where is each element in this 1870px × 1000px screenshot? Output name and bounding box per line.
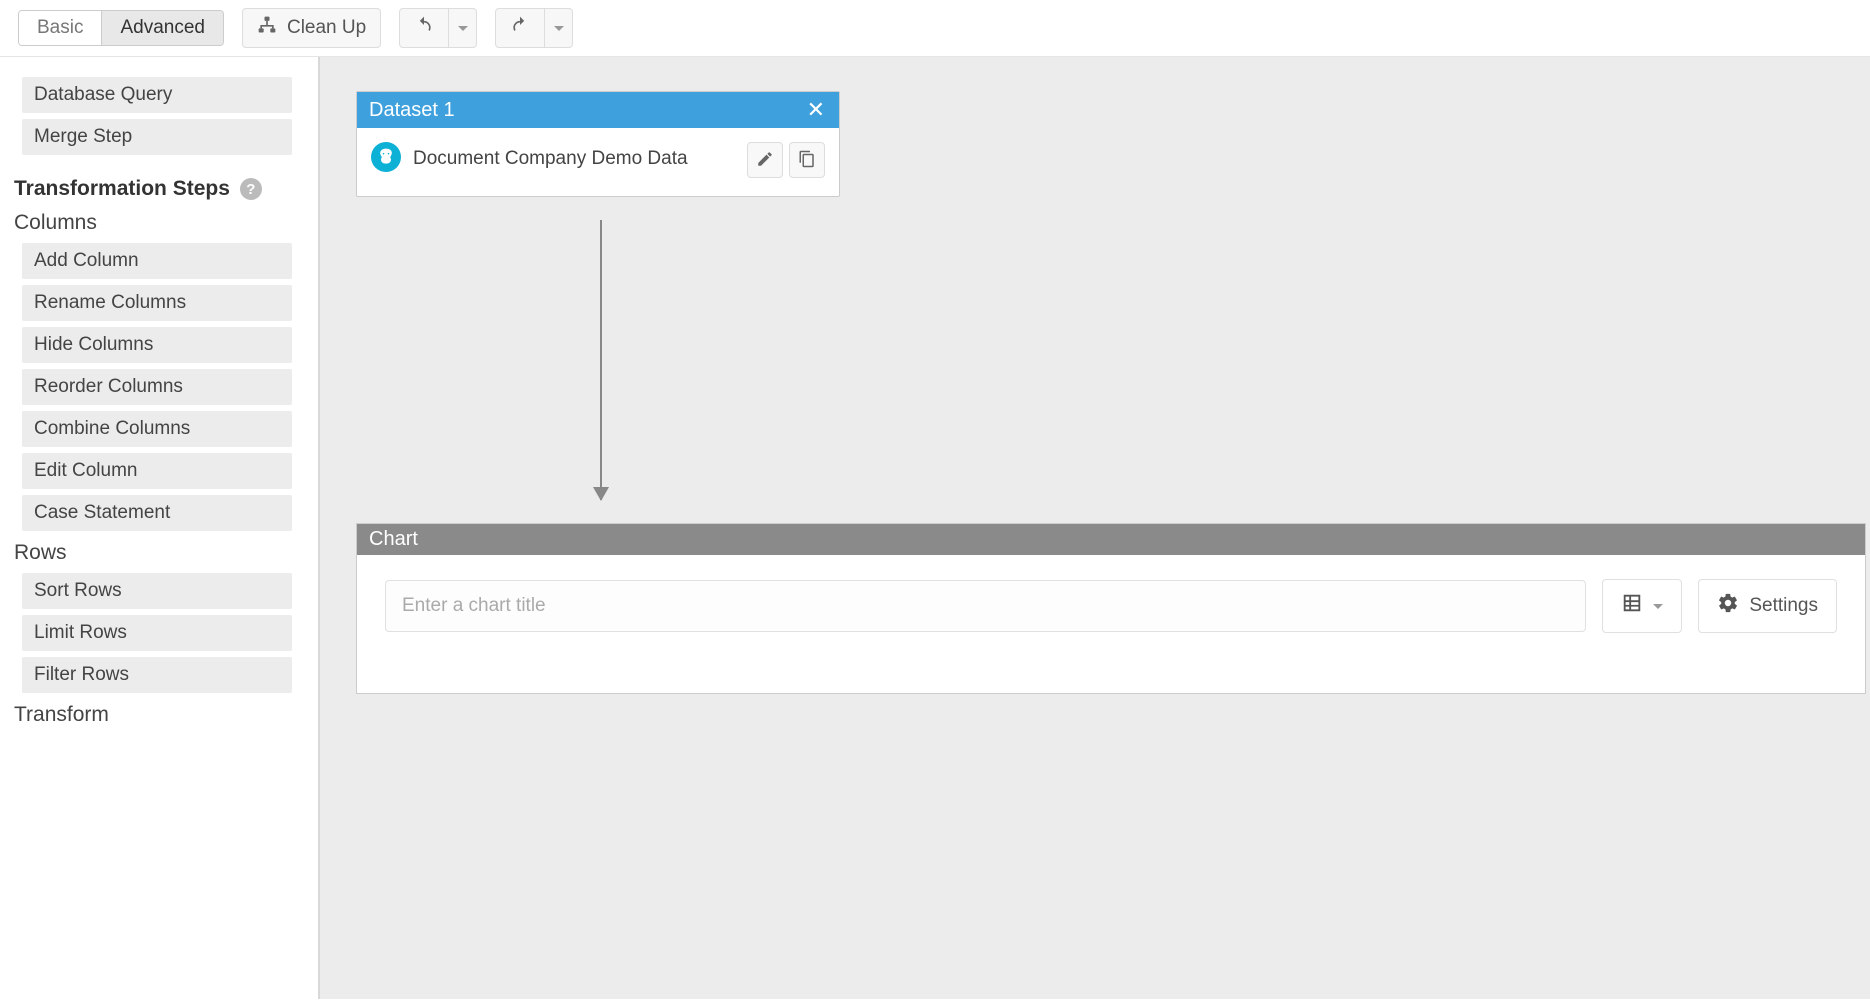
caret-down-icon <box>458 26 468 31</box>
help-icon[interactable]: ? <box>240 178 262 200</box>
mode-advanced-button[interactable]: Advanced <box>101 11 223 45</box>
caret-down-icon <box>1653 604 1663 609</box>
sidebar-step-item[interactable]: Filter Rows <box>22 657 292 693</box>
sidebar-group-header: Rows <box>14 541 304 565</box>
pipeline-canvas[interactable]: Dataset 1 ✕ Document Company Demo Data <box>320 57 1870 999</box>
undo-button[interactable] <box>399 8 449 48</box>
sidebar-step-item[interactable]: Rename Columns <box>22 285 292 321</box>
gear-icon <box>1717 592 1739 620</box>
dataset-actions <box>747 142 825 178</box>
chart-title-input[interactable] <box>385 580 1586 632</box>
redo-button[interactable] <box>495 8 545 48</box>
transformation-steps-header: Transformation Steps ? <box>14 177 304 201</box>
dataset-heading: Dataset 1 <box>369 99 455 122</box>
chart-node-header: Chart <box>357 524 1865 555</box>
pipeline-connector <box>600 220 602 500</box>
chart-node[interactable]: Chart Settings <box>356 523 1866 694</box>
caret-down-icon <box>554 26 564 31</box>
postgres-icon <box>371 142 401 172</box>
top-toolbar: Basic Advanced Clean Up <box>0 0 1870 57</box>
cleanup-button[interactable]: Clean Up <box>242 8 381 48</box>
mode-basic-button[interactable]: Basic <box>19 11 101 45</box>
transformation-steps-label: Transformation Steps <box>14 177 230 201</box>
chart-settings-button[interactable]: Settings <box>1698 579 1837 633</box>
table-icon <box>1621 592 1643 620</box>
sidebar-step-item[interactable]: Combine Columns <box>22 411 292 447</box>
pencil-icon <box>756 150 774 171</box>
chart-heading: Chart <box>369 528 418 550</box>
chart-type-button[interactable] <box>1602 579 1682 633</box>
sidebar-top-item[interactable]: Merge Step <box>22 119 292 155</box>
dataset-node[interactable]: Dataset 1 ✕ Document Company Demo Data <box>356 91 840 197</box>
sidebar-top-item[interactable]: Database Query <box>22 77 292 113</box>
sidebar-step-item[interactable]: Reorder Columns <box>22 369 292 405</box>
redo-group <box>495 8 573 48</box>
sidebar-step-item[interactable]: Limit Rows <box>22 615 292 651</box>
sidebar-group-header: Columns <box>14 211 304 235</box>
chart-node-body: Settings <box>357 555 1865 693</box>
undo-icon <box>414 15 434 41</box>
mode-toggle-group: Basic Advanced <box>18 10 224 46</box>
sidebar-step-item[interactable]: Case Statement <box>22 495 292 531</box>
edit-dataset-button[interactable] <box>747 142 783 178</box>
sidebar-step-item[interactable]: Edit Column <box>22 453 292 489</box>
undo-dropdown-button[interactable] <box>449 8 477 48</box>
sidebar-step-item[interactable]: Hide Columns <box>22 327 292 363</box>
sidebar-step-item[interactable]: Add Column <box>22 243 292 279</box>
settings-label: Settings <box>1749 595 1818 617</box>
close-icon[interactable]: ✕ <box>803 97 829 123</box>
duplicate-dataset-button[interactable] <box>789 142 825 178</box>
copy-icon <box>798 150 816 171</box>
redo-icon <box>510 15 530 41</box>
undo-group <box>399 8 477 48</box>
sidebar-group-header: Transform <box>14 703 304 727</box>
hierarchy-icon <box>257 15 277 41</box>
redo-dropdown-button[interactable] <box>545 8 573 48</box>
steps-sidebar: Database Query Merge Step Transformation … <box>0 57 320 999</box>
dataset-source-label: Document Company Demo Data <box>413 142 735 174</box>
dataset-node-header: Dataset 1 ✕ <box>357 92 839 128</box>
cleanup-label: Clean Up <box>287 17 366 39</box>
sidebar-step-item[interactable]: Sort Rows <box>22 573 292 609</box>
dataset-node-body: Document Company Demo Data <box>357 128 839 196</box>
